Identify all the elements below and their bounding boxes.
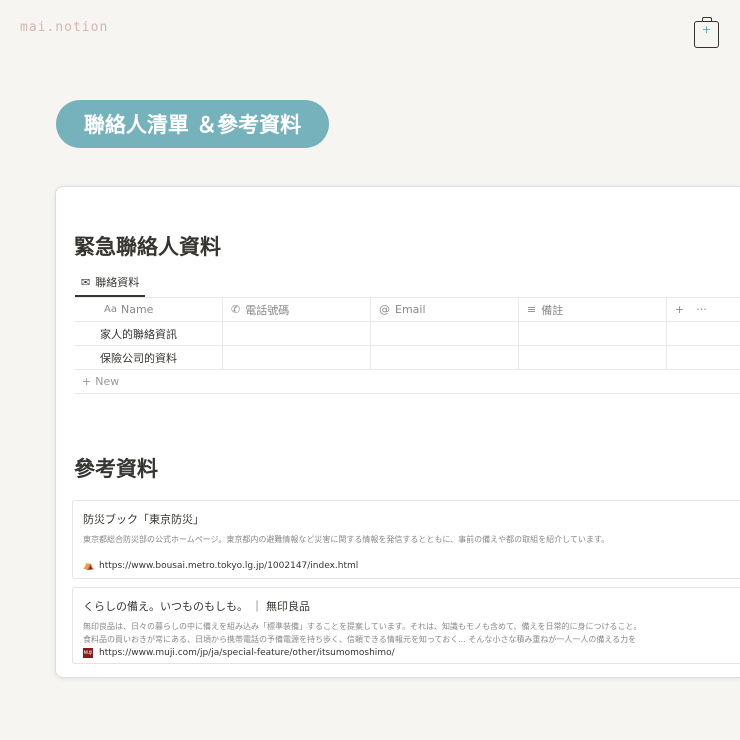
bookmark-url[interactable]: https://www.bousai.metro.tokyo.lg.jp/100…	[99, 561, 358, 571]
column-phone[interactable]: ✆ 電話號碼	[223, 298, 371, 321]
text-lines-icon: ≡	[527, 303, 537, 316]
text-icon: Aa	[104, 304, 117, 315]
table-header: Aa Name ✆ 電話號碼 @ Email ≡ 備註 + ···	[74, 298, 740, 322]
first-aid-kit-icon: +	[694, 17, 719, 48]
logo: mai.notion	[20, 20, 109, 35]
bookmark-card[interactable]: くらしの備え。いつものもしも。 ｜ 無印良品 無印良品は、日々の暮らしの中に備え…	[72, 587, 740, 664]
new-row-button[interactable]: + New	[74, 370, 740, 394]
table-row[interactable]: 保險公司的資料	[74, 346, 740, 370]
section-heading: 參考資料	[74, 457, 158, 481]
bousai-favicon-icon: ⛺	[83, 561, 95, 571]
column-email[interactable]: @ Email	[371, 298, 519, 321]
content-card: 緊急聯絡人資料 ✉ 聯絡資料 Aa Name ✆ 電話號碼 @ Email ≡ 備註 + ·…	[55, 186, 740, 678]
table-row[interactable]: 家人的聯絡資訊	[74, 322, 740, 346]
more-button[interactable]: ···	[696, 303, 707, 316]
contacts-table: Aa Name ✆ 電話號碼 @ Email ≡ 備註 + ··· 家人的聯絡資訊 保險公…	[74, 297, 740, 394]
bookmark-card[interactable]: 防災ブック「東京防災」 東京都総合防災部の公式ホームページ。東京都内の避難情報な…	[72, 500, 740, 579]
column-notes[interactable]: ≡ 備註	[519, 298, 667, 321]
at-icon: @	[379, 303, 390, 316]
column-name[interactable]: Aa Name	[74, 298, 223, 321]
bookmark-url[interactable]: https://www.muji.com/jp/ja/special-featu…	[99, 648, 395, 658]
tab-contacts[interactable]: ✉ 聯絡資料	[75, 269, 145, 297]
add-column-button[interactable]: +	[675, 303, 684, 316]
section-heading: 緊急聯絡人資料	[74, 235, 221, 259]
page-banner: 聯絡人清單 ＆參考資料	[56, 100, 329, 148]
muji-favicon-icon: MUJI	[83, 648, 93, 658]
phone-icon: ✆	[231, 303, 241, 316]
mail-icon: ✉	[81, 275, 91, 289]
plus-icon: +	[82, 375, 92, 388]
